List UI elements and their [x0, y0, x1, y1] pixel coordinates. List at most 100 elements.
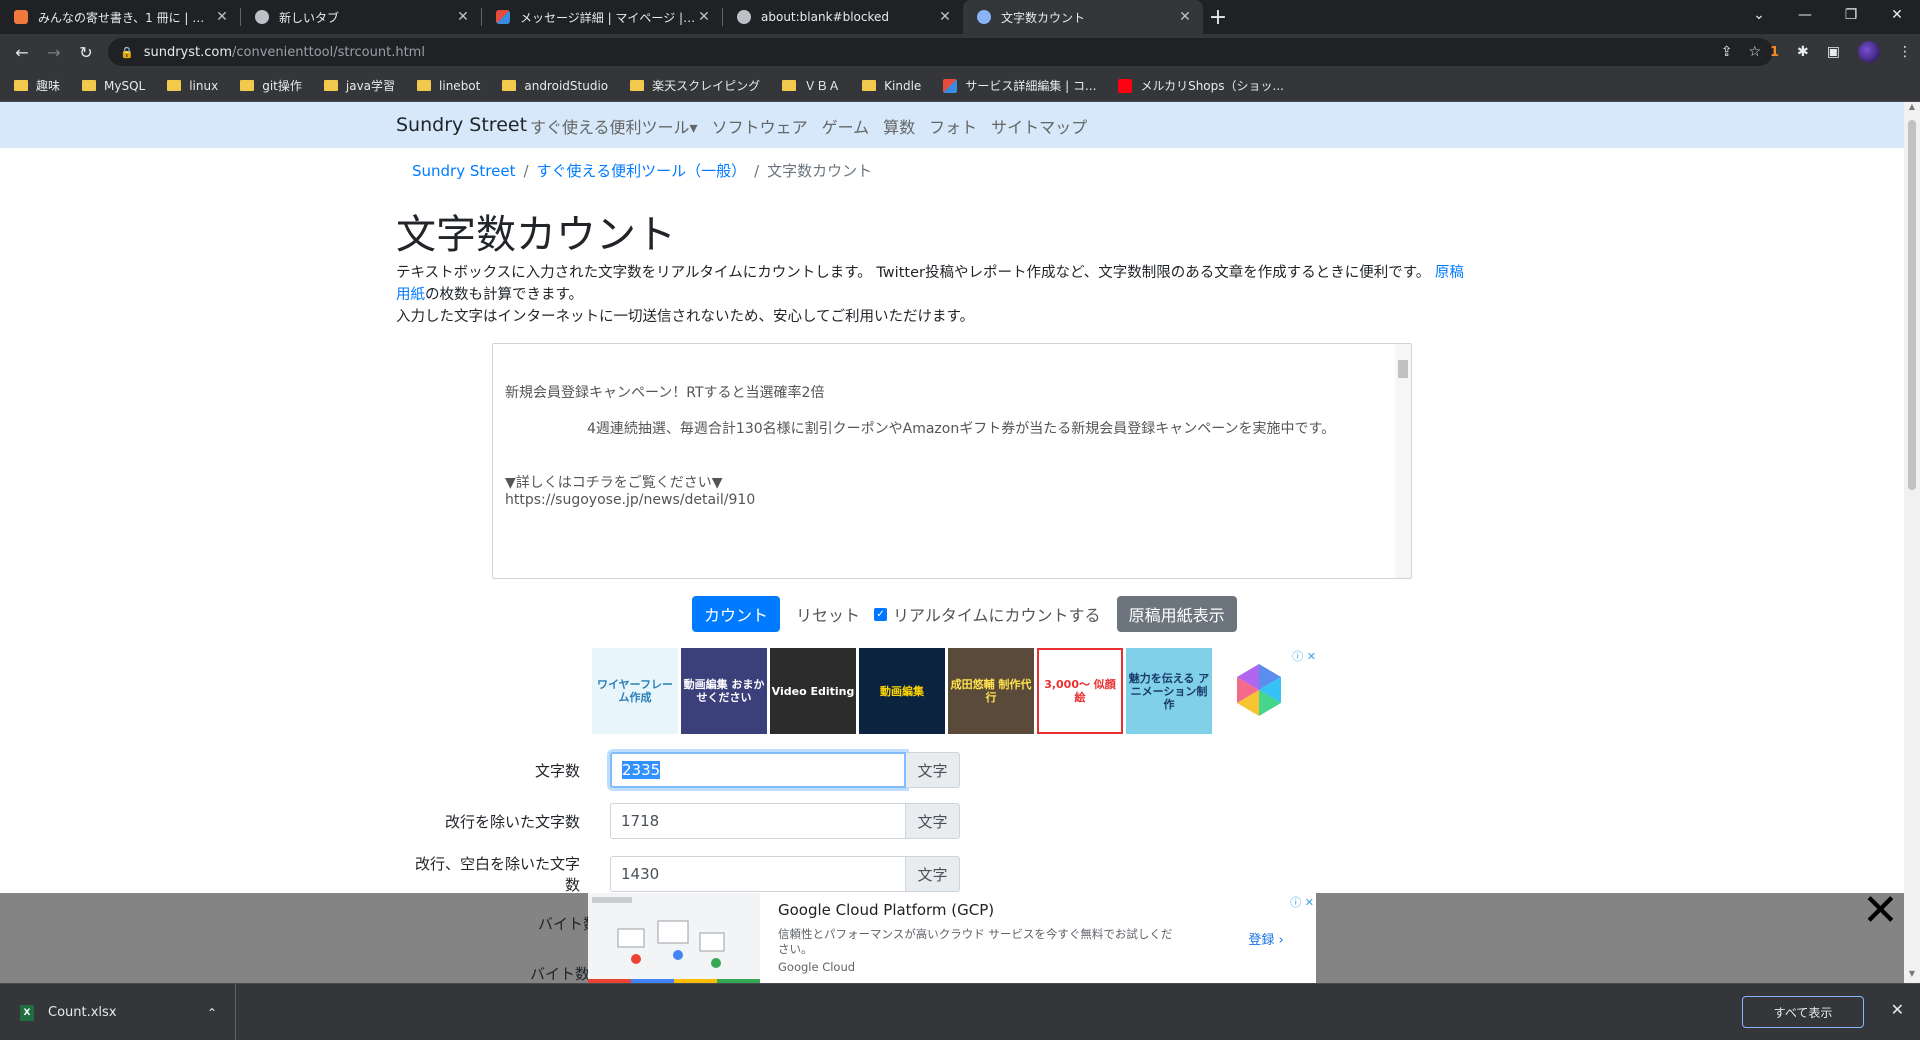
back-icon[interactable]: ← [8, 38, 36, 66]
folder-icon [630, 80, 645, 91]
breadcrumb: Sundry Street / すぐ使える便利ツール（一般） / 文字数カウント [412, 160, 872, 181]
tab-close-icon[interactable]: ✕ [1177, 9, 1193, 25]
bookmark-folder[interactable]: 趣味 [14, 77, 60, 94]
browser-tab[interactable]: メッセージ詳細 | マイページ | ココナラ ✕ [482, 0, 722, 34]
new-tab-icon[interactable]: + [1203, 0, 1233, 34]
side-panel-icon[interactable]: ▣ [1827, 44, 1840, 60]
page-scrollbar[interactable]: ▲ ▼ [1904, 102, 1920, 983]
bookmark-folder[interactable]: Kindle [862, 79, 921, 93]
profile-avatar[interactable] [1858, 41, 1880, 63]
text-input-area[interactable]: 新規会員登録キャンペーン！RTすると当選確率2倍 4週連続抽選、毎週合計130名… [492, 343, 1412, 579]
scroll-up-icon[interactable]: ▲ [1904, 102, 1920, 116]
breadcrumb-tools[interactable]: すぐ使える便利ツール（一般） [537, 162, 747, 180]
download-item[interactable]: X Count.xlsx ⌃ [0, 984, 236, 1040]
char-count-no-space-field[interactable]: 1430 [610, 856, 906, 892]
ad-thumbnail[interactable]: 成田悠輔 制作代行 [948, 648, 1034, 734]
adchoices-icon[interactable]: ⓘ ✕ [1292, 648, 1316, 664]
bookmark-folder[interactable]: androidStudio [502, 79, 608, 93]
bookmark-label: androidStudio [524, 78, 609, 93]
nav-tools[interactable]: すぐ使える便利ツール▾ [530, 114, 698, 138]
reset-button[interactable]: リセット [796, 602, 860, 626]
bookmark-star-icon[interactable]: ☆ [1748, 44, 1761, 60]
scrollbar-thumb[interactable] [1908, 120, 1916, 490]
realtime-checkbox[interactable]: ✓ リアルタイムにカウントする [874, 602, 1101, 626]
result-value: 2335 [622, 761, 661, 779]
browser-tab[interactable]: about:blank#blocked ✕ [723, 0, 963, 34]
char-count-field[interactable]: 2335 [610, 752, 906, 788]
textarea-scrollbar[interactable] [1395, 344, 1411, 578]
site-brand[interactable]: Sundry Street [396, 114, 527, 136]
bookmark-folder[interactable]: 楽天スクレイピング [630, 77, 760, 94]
ad-text: 動画編集 [880, 684, 924, 698]
bookmark-link[interactable]: メルカリShops（ショッ... [1118, 77, 1284, 94]
manuscript-link[interactable]: 原稿 [1435, 265, 1464, 281]
lock-icon[interactable]: 🔒 [120, 46, 134, 59]
address-bar[interactable]: 🔒 sundryst.com/convenienttool/strcount.h… [108, 38, 1773, 66]
char-count-no-newline-field[interactable]: 1718 [610, 803, 906, 839]
browser-tab-active[interactable]: 文字数カウント ✕ [963, 0, 1203, 34]
close-shelf-icon[interactable]: ✕ [1891, 1000, 1904, 1019]
bookmark-folder[interactable]: ＶＢＡ [782, 77, 840, 94]
close-ad-icon[interactable]: ✕ [1862, 889, 1899, 933]
nav-game[interactable]: ゲーム [822, 114, 870, 138]
nav-math[interactable]: 算数 [883, 114, 915, 138]
result-label: 文字数 [534, 761, 580, 780]
google-ad[interactable]: Google Cloud Platform (GCP) 信頼性とパフォーマンスが… [588, 893, 1316, 983]
ad-thumbnail[interactable]: 魅力を伝える アニメーション制作 [1126, 648, 1212, 734]
nav-sitemap[interactable]: サイトマップ [991, 114, 1087, 138]
bookmark-label: ＶＢＡ [804, 79, 841, 93]
browser-tab[interactable]: みんなの寄せ書き、1 冊に | スゴヨセ ✕ [0, 0, 240, 34]
tab-close-icon[interactable]: ✕ [696, 9, 712, 25]
nav-photo[interactable]: フォト [929, 114, 977, 138]
excel-file-icon: X [20, 1004, 34, 1021]
ad-source: Google Cloud [778, 960, 856, 974]
ad-thumbnail[interactable]: 動画編集 [859, 648, 945, 734]
breadcrumb-home[interactable]: Sundry Street [412, 162, 515, 180]
reload-icon[interactable]: ↻ [72, 38, 100, 66]
ad-thumbnail[interactable]: Video Editing [770, 648, 856, 734]
share-icon[interactable]: ⇪ [1721, 44, 1733, 60]
extensions-puzzle-icon[interactable]: ✱ [1797, 44, 1809, 60]
tab-close-icon[interactable]: ✕ [214, 9, 230, 25]
bookmark-folder[interactable]: git操作 [240, 77, 302, 94]
page-title: 文字数カウント [396, 212, 676, 258]
realtime-label: リアルタイムにカウントする [893, 606, 1101, 625]
ad-title[interactable]: Google Cloud Platform (GCP) [778, 901, 1198, 919]
extension-badge[interactable]: 1 [1770, 45, 1779, 60]
minimize-icon[interactable]: — [1782, 0, 1828, 30]
bookmark-label: 楽天スクレイピング [652, 79, 761, 93]
restore-icon[interactable]: ❐ [1828, 0, 1874, 30]
browser-tab[interactable]: 新しいタブ ✕ [241, 0, 481, 34]
scroll-down-icon[interactable]: ▼ [1904, 969, 1920, 983]
ad-text-block: Google Cloud Platform (GCP) 信頼性とパフォーマンスが… [760, 893, 1216, 983]
tab-search-icon[interactable]: ⌄ [1736, 0, 1782, 30]
manuscript-link[interactable]: 用紙 [396, 287, 425, 303]
adchoices-icon[interactable]: ⓘ ✕ [1290, 894, 1314, 910]
ad-thumbnail[interactable]: 動画編集 おまかせください [681, 648, 767, 734]
url-path: /convenienttool/strcount.html [232, 44, 425, 60]
chevron-up-icon[interactable]: ⌃ [207, 1006, 217, 1020]
forward-icon[interactable]: → [40, 38, 68, 66]
tab-close-icon[interactable]: ✕ [455, 9, 471, 25]
byte-count-label: バイト数 [530, 965, 591, 983]
ad-thumbnail[interactable]: 3,000〜 似顔絵 [1037, 648, 1123, 734]
page-description: テキストボックスに入力された文字数をリアルタイムにカウントします。 Twitte… [396, 262, 1506, 328]
browser-toolbar: ← → ↻ 🔒 sundryst.com/convenienttool/strc… [0, 34, 1920, 70]
tab-close-icon[interactable]: ✕ [937, 9, 953, 25]
bookmark-folder[interactable]: linux [167, 79, 218, 93]
show-all-downloads-button[interactable]: すべて表示 [1742, 996, 1864, 1028]
nav-software[interactable]: ソフトウェア [712, 114, 808, 138]
checkbox-checked-icon[interactable]: ✓ [874, 607, 888, 621]
ad-network-logo-icon [1237, 664, 1281, 716]
manuscript-button[interactable]: 原稿用紙表示 [1116, 596, 1237, 632]
bookmark-link[interactable]: サービス詳細編集 | コ... [943, 77, 1096, 94]
ad-thumbnail[interactable]: ワイヤーフレーム作成 [592, 648, 678, 734]
bookmark-folder[interactable]: MySQL [82, 79, 145, 93]
bookmark-folder[interactable]: linebot [417, 79, 480, 93]
close-window-icon[interactable]: ✕ [1874, 0, 1920, 30]
bookmark-folder[interactable]: java学習 [323, 77, 395, 94]
scrollbar-thumb[interactable] [1398, 360, 1408, 378]
menu-kebab-icon[interactable]: ⋮ [1898, 44, 1912, 60]
count-button[interactable]: カウント [692, 596, 781, 632]
folder-icon [862, 80, 877, 91]
